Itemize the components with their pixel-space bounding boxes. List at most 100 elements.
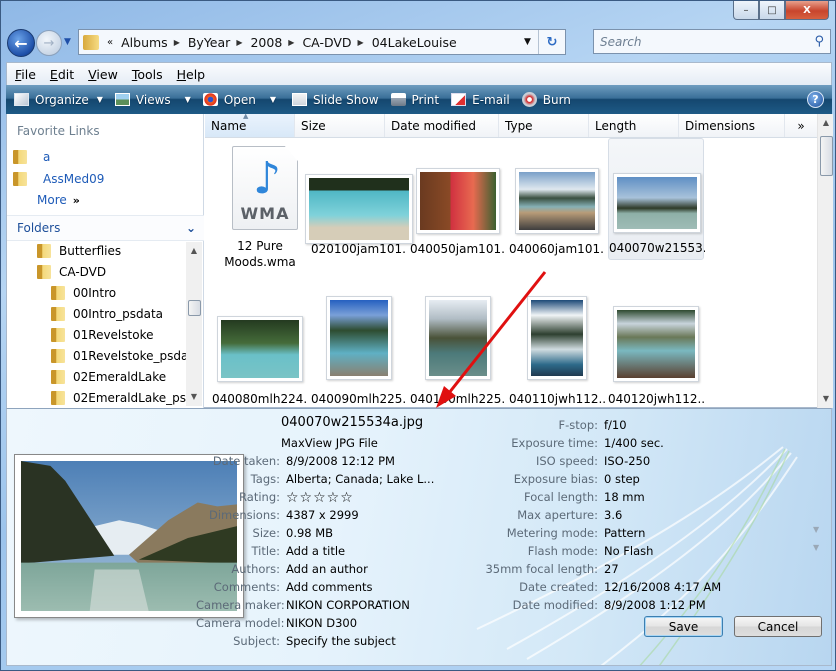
organize-button[interactable]: Organize ▼ (14, 93, 103, 107)
back-button[interactable]: ← (7, 29, 35, 57)
rating-stars[interactable]: ☆☆☆☆☆ (286, 490, 354, 506)
sort-ascending-icon: ▲ (243, 112, 249, 120)
more-link[interactable]: More » (37, 193, 80, 207)
forward-button[interactable]: → (36, 30, 62, 56)
folder-tree-label: 02EmeraldLake_psd (73, 391, 187, 405)
property-value[interactable]: No Flash (604, 544, 653, 558)
property-value[interactable]: Pattern (604, 526, 645, 540)
folders-header[interactable]: Folders ⌄ (7, 215, 204, 241)
views-button[interactable]: Views ▼ (114, 93, 191, 107)
scrollbar-thumb[interactable] (188, 300, 201, 316)
file-tile-audio[interactable]: ♪ WMA 12 Pure Moods.wma (212, 140, 308, 274)
photo-thumbnail (425, 296, 491, 380)
scroll-down-arrow-icon[interactable]: ▼ (186, 392, 202, 401)
file-tile-photo[interactable]: 040060jam101... (509, 140, 605, 274)
overflow-chevron-icon[interactable]: « (107, 37, 113, 48)
file-tile-photo[interactable]: 040100mlh225... (410, 286, 506, 420)
search-icon[interactable]: ⚲ (814, 34, 824, 49)
file-tile-photo[interactable]: 040080mlh224... (212, 286, 308, 420)
menu-tools[interactable]: Tools (132, 67, 163, 82)
save-button[interactable]: Save (644, 616, 723, 637)
file-name: 040100mlh225... (410, 392, 506, 406)
file-name: 040060jam101... (509, 242, 605, 256)
column-header-size[interactable]: Size (295, 114, 385, 137)
menu-edit[interactable]: Edit (50, 67, 74, 82)
breadcrumb-separator-icon[interactable]: ▶ (174, 38, 180, 47)
folder-tree-item[interactable]: 00Intro (51, 286, 116, 300)
scroll-up-arrow-icon[interactable]: ▲ (818, 118, 834, 127)
file-tile-photo[interactable]: 040110jwh112... (509, 286, 605, 420)
file-tile-photo[interactable]: 040050jam101... (410, 140, 506, 274)
breadcrumb-albums[interactable]: Albums (121, 35, 168, 50)
file-tile-photo[interactable]: 040090mlh225... (311, 286, 407, 420)
folder-tree-item[interactable]: Butterflies (37, 244, 121, 258)
help-icon[interactable]: ? (807, 91, 824, 108)
folder-tree-item[interactable]: CA-DVD (37, 265, 106, 279)
column-header-name[interactable]: ▲ Name (205, 112, 295, 137)
property-row: 35mm focal length: 27 (461, 562, 618, 576)
breadcrumb-ca-dvd[interactable]: CA-DVD (302, 35, 351, 50)
refresh-icon[interactable]: ↻ (539, 35, 565, 50)
scrollbar-thumb[interactable] (820, 136, 833, 176)
close-button[interactable]: X (785, 1, 829, 20)
print-button[interactable]: Print (390, 93, 439, 107)
folder-tree-item[interactable]: 02EmeraldLake_psd (51, 391, 187, 405)
breadcrumb-separator-icon[interactable]: ▶ (236, 38, 242, 47)
photo-image (617, 177, 697, 229)
open-button[interactable]: Open ▼ (202, 93, 276, 107)
folder-tree-item[interactable]: 01Revelstoke (51, 328, 153, 342)
property-label: Comments: (213, 580, 280, 594)
open-icon (202, 93, 218, 106)
breadcrumb-separator-icon[interactable]: ▶ (288, 38, 294, 47)
menu-help[interactable]: Help (177, 67, 206, 82)
favorite-link-a[interactable]: a (13, 150, 50, 164)
folder-tree-item[interactable]: 01Revelstoke_psdat (51, 349, 187, 363)
property-value[interactable]: Specify the subject (286, 634, 396, 648)
breadcrumb-2008[interactable]: 2008 (250, 35, 282, 50)
property-row: Camera maker: NIKON CORPORATION (196, 598, 410, 612)
search-input[interactable]: Search ⚲ (593, 29, 831, 54)
folder-tree-item[interactable]: 02EmeraldLake (51, 370, 166, 384)
file-tile-photo[interactable]: 040120jwh112... (608, 286, 704, 420)
recent-pages-dropdown[interactable]: ▼ (64, 37, 71, 47)
breadcrumb-separator-icon[interactable]: ▶ (358, 38, 364, 47)
flash-mode-dropdown-icon[interactable]: ▼ (813, 543, 819, 552)
photo-thumbnail (613, 306, 699, 382)
file-list-scrollbar[interactable]: ▲ ▼ (817, 114, 833, 408)
scroll-up-arrow-icon[interactable]: ▲ (186, 246, 202, 255)
property-value[interactable]: Add an author (286, 562, 368, 576)
column-label: Length (595, 118, 637, 133)
property-value[interactable]: Add a title (286, 544, 345, 558)
breadcrumb-04lakelouise[interactable]: 04LakeLouise (372, 35, 457, 50)
column-header-type[interactable]: Type (499, 114, 589, 137)
property-label: Tags: (250, 472, 280, 486)
column-header-length[interactable]: Length (589, 114, 679, 137)
address-bar[interactable]: « Albums ▶ ByYear ▶ 2008 ▶ CA-DVD ▶ 04LakeLo… (78, 29, 566, 55)
burn-button[interactable]: Burn (521, 92, 571, 107)
wma-file-icon: ♪ WMA (232, 146, 298, 230)
email-button[interactable]: E-mail (451, 93, 510, 107)
column-header-dimensions[interactable]: Dimensions (679, 114, 785, 137)
folder-tree-item[interactable]: 00Intro_psdata (51, 307, 163, 321)
favorite-link-assmed09[interactable]: AssMed09 (13, 172, 104, 186)
maximize-button[interactable]: □ (759, 1, 785, 20)
folder-tree-scrollbar[interactable]: ▲ ▼ (186, 242, 202, 406)
breadcrumb-byyear[interactable]: ByYear (188, 35, 230, 50)
column-header-date-modified[interactable]: Date modified (385, 114, 499, 137)
slide-show-button[interactable]: Slide Show (292, 93, 379, 107)
property-value[interactable]: Alberta; Canada; Lake L... (286, 472, 434, 486)
address-dropdown-icon[interactable]: ▼ (517, 30, 539, 54)
cancel-button[interactable]: Cancel (734, 616, 822, 637)
scroll-down-arrow-icon[interactable]: ▼ (818, 394, 834, 403)
file-tile-photo[interactable]: 040070w21553... (608, 138, 705, 260)
menu-view[interactable]: View (88, 67, 118, 82)
minimize-button[interactable]: – (733, 1, 759, 20)
chevron-down-icon: ▼ (96, 95, 103, 104)
file-tile-photo[interactable]: 020100jam101... (305, 140, 413, 274)
menu-file[interactable]: File (15, 67, 36, 82)
file-name: 040070w21553... (609, 241, 705, 255)
property-value[interactable]: Add comments (286, 580, 373, 594)
organize-label: Organize (35, 92, 89, 107)
more-columns-icon[interactable]: » (785, 114, 817, 137)
metering-mode-dropdown-icon[interactable]: ▼ (813, 525, 819, 534)
